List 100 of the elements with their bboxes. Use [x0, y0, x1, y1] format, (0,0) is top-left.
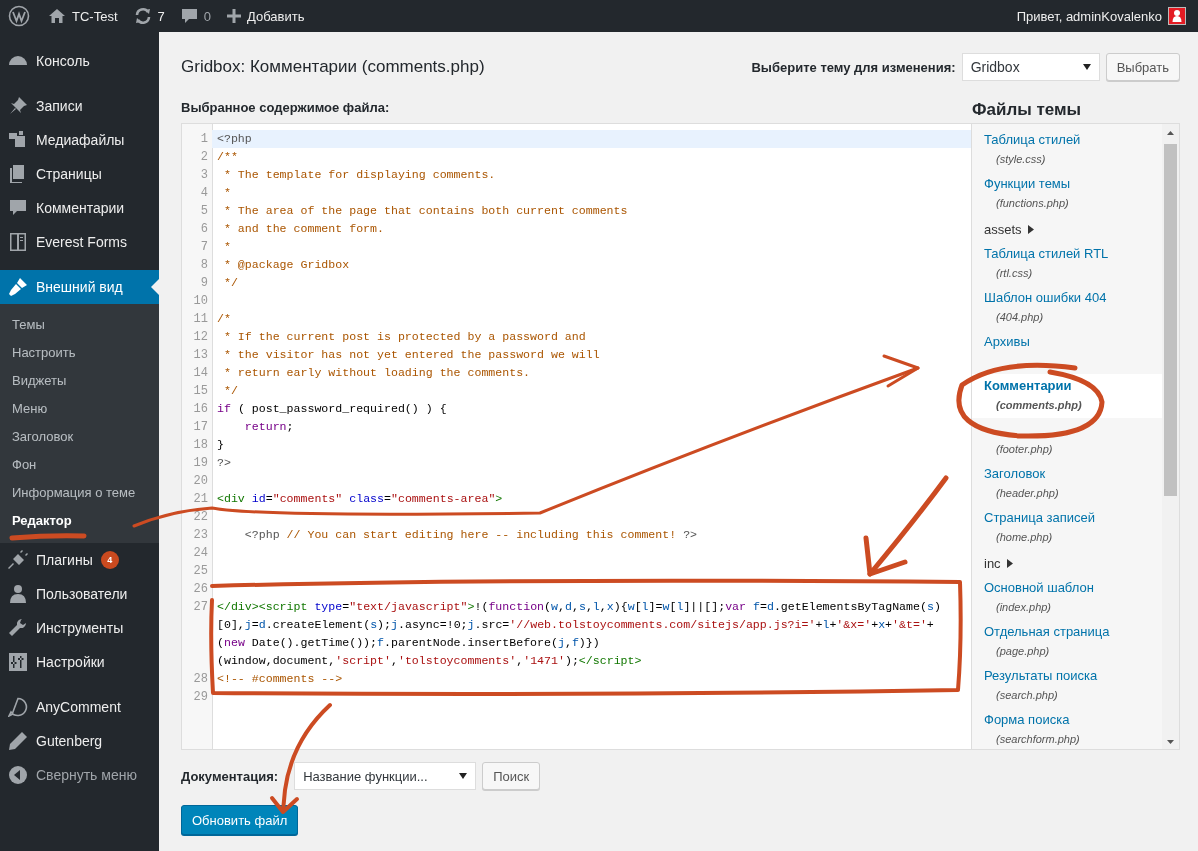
pencil-icon — [8, 731, 28, 751]
function-dropdown[interactable]: Название функции... — [294, 762, 477, 790]
code-line: return; — [243, 420, 294, 433]
line-number: 13 — [192, 347, 209, 364]
line-number: 14 — [192, 365, 209, 382]
line-number: 1 — [199, 131, 209, 148]
line-number: 29 — [192, 689, 209, 706]
file-name: (index.php) — [995, 600, 1053, 615]
code-line: * — [222, 186, 231, 199]
line-number: 11 — [192, 311, 209, 328]
updates-count[interactable]: 7 — [157, 8, 165, 24]
code-line: </div><script type="text/javascript">!(function(w,d,s,l,x){w[l]=w[l]||[];var f=d.getElementsByTagName(s) — [217, 600, 941, 613]
theme-file-item[interactable]: Основной шаблон (index.php) — [972, 576, 1162, 620]
file-title: Комментарии — [984, 377, 1073, 395]
menu-item[interactable]: Пользователи — [0, 577, 159, 611]
theme-file-item[interactable]: Таблица стилей RTL (rtl.css) — [972, 242, 1162, 286]
theme-dropdown[interactable]: Gridbox — [961, 53, 1100, 81]
file-title: Функции темы — [984, 175, 1072, 193]
theme-file-item[interactable]: Отдельная страница (page.php) — [972, 620, 1162, 664]
expand-triangle-icon — [1006, 558, 1013, 568]
line-number: 26 — [192, 581, 209, 598]
menu-item[interactable]: Консоль — [0, 44, 159, 78]
code-line: * the visitor has not yet entered the password we will — [222, 348, 600, 361]
submenu-item[interactable]: Редактор — [0, 507, 159, 535]
site-name-link[interactable]: TC-Test — [72, 8, 118, 24]
line-number: 6 — [199, 221, 209, 238]
plug-icon — [8, 550, 28, 570]
code-line: * The area of the page that contains both current comments — [222, 204, 628, 217]
submenu-item[interactable]: Виджеты — [0, 367, 159, 395]
code-line: } — [217, 438, 224, 451]
code-editor[interactable] — [181, 123, 972, 750]
theme-file-item[interactable]: Комментарии (comments.php) — [972, 374, 1162, 418]
code-line: * and the comment form. — [222, 222, 384, 235]
forms-icon — [8, 232, 28, 252]
code-line: /* — [217, 312, 231, 325]
submenu-item[interactable]: Меню — [0, 395, 159, 423]
menu-item[interactable]: Настройки — [0, 645, 159, 679]
sliders-icon — [8, 652, 28, 672]
code-line: * If the current post is protected by a password and — [222, 330, 586, 343]
file-title: Форма поиска — [984, 711, 1071, 729]
line-number: 12 — [192, 329, 209, 346]
file-content-label: Выбранное содержимое файла: — [181, 100, 391, 117]
select-theme-button[interactable]: Выбрать — [1105, 53, 1180, 81]
update-file-button[interactable]: Обновить файл — [181, 805, 299, 835]
file-title: Шаблон ошибки 404 — [984, 289, 1108, 307]
submenu-item[interactable]: Настроить — [0, 339, 159, 367]
menu-item[interactable]: Внешний вид — [0, 270, 159, 304]
theme-file-item[interactable]: Форма поиска (searchform.php) — [972, 708, 1162, 749]
file-title: Таблица стилей — [984, 131, 1082, 149]
menu-item[interactable]: Записи — [0, 89, 159, 123]
folder-toggle[interactable]: inc — [984, 555, 1001, 571]
theme-file-item[interactable]: Заголовок (header.php) — [972, 462, 1162, 506]
code-line: * — [222, 240, 231, 253]
menu-item[interactable]: Everest Forms — [0, 225, 159, 259]
theme-file-item[interactable]: Функции темы (functions.php) — [972, 172, 1162, 216]
menu-item[interactable]: Gutenberg — [0, 724, 159, 758]
theme-file-item[interactable]: Шаблон ошибки 404 (404.php) — [972, 286, 1162, 330]
add-new-link[interactable]: Добавить — [246, 8, 305, 24]
submenu-item[interactable]: Информация о теме — [0, 479, 159, 507]
expand-triangle-icon — [1027, 224, 1034, 234]
menu-item[interactable]: Комментарии — [0, 191, 159, 225]
file-name: (searchform.php) — [995, 732, 1081, 747]
theme-file-item[interactable]: Страница записей (home.php) — [972, 506, 1162, 550]
code-line: <div id="comments" class="comments-area"> — [217, 492, 503, 505]
code-line: <!-- #comments --> — [217, 672, 343, 685]
menu-item[interactable]: AnyComment — [0, 690, 159, 724]
line-number: 7 — [199, 239, 209, 256]
theme-file-item[interactable]: Результаты поиска (search.php) — [972, 664, 1162, 708]
code-line: */ — [222, 276, 238, 289]
submenu-item[interactable]: Темы — [0, 311, 159, 339]
menu-item[interactable]: Свернуть меню — [0, 758, 159, 792]
scrollbar[interactable] — [1162, 124, 1179, 749]
submenu-item[interactable]: Заголовок — [0, 423, 159, 451]
line-number: 23 — [192, 527, 209, 544]
greeting-link[interactable]: Привет, adminKovalenko — [1016, 8, 1162, 24]
theme-file-item[interactable]: Архивы — [972, 330, 1162, 374]
code-line: <?php // You can start editing here -- including this comment! ?> — [243, 528, 698, 541]
brush-icon — [8, 277, 28, 297]
search-button[interactable]: Поиск — [482, 762, 541, 790]
menu-item[interactable]: Инструменты — [0, 611, 159, 645]
menu-item[interactable]: Медиафайлы — [0, 123, 159, 157]
folder-toggle[interactable]: assets — [984, 221, 1022, 237]
code-line: * @package Gridbox — [222, 258, 350, 271]
file-name: (comments.php) — [995, 398, 1083, 413]
line-number: 8 — [199, 257, 209, 274]
menu-item[interactable]: Плагины 4 — [0, 543, 159, 577]
submenu-item[interactable]: Фон — [0, 451, 159, 479]
page-title: Gridbox: Комментарии (comments.php) — [181, 57, 485, 77]
line-number: 24 — [192, 545, 209, 562]
theme-file-item[interactable]: (footer.php) — [972, 418, 1162, 462]
file-name: (search.php) — [995, 688, 1059, 703]
menu-item[interactable]: Страницы — [0, 157, 159, 191]
file-name: (functions.php) — [995, 196, 1070, 211]
code-line: /** — [217, 150, 238, 163]
theme-file-item[interactable]: Таблица стилей (style.css) — [972, 128, 1162, 172]
user-icon — [8, 584, 28, 604]
comments-count[interactable]: 0 — [203, 8, 211, 24]
avatar-icon[interactable] — [1168, 7, 1186, 25]
wordpress-logo-icon[interactable] — [8, 5, 30, 27]
comment-icon — [8, 198, 28, 218]
